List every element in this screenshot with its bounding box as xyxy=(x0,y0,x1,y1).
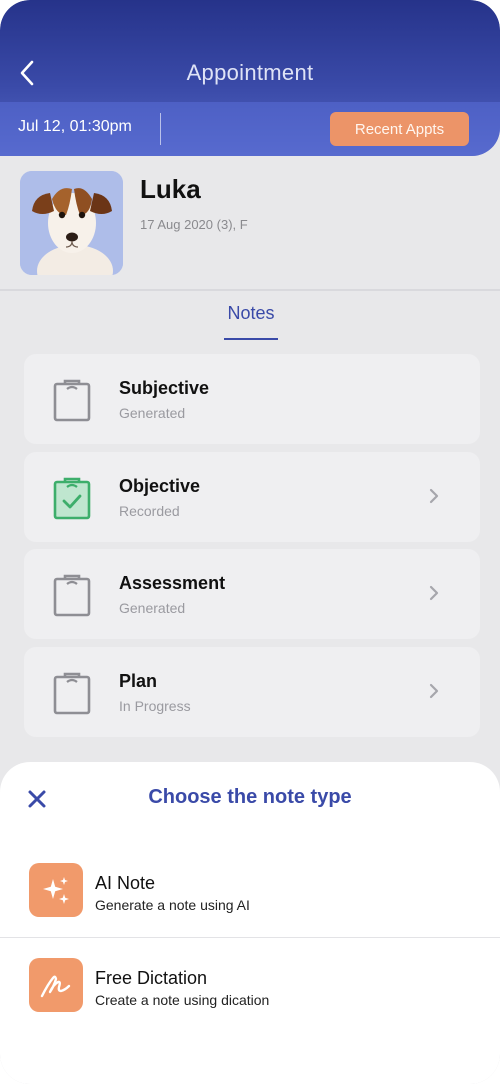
tab-underline xyxy=(224,338,278,340)
note-status: Generated xyxy=(119,600,186,616)
patient-photo xyxy=(20,171,123,275)
option-free-dictation[interactable]: Free Dictation Create a note using dicat… xyxy=(0,958,500,1050)
section-divider xyxy=(0,289,500,291)
appointment-date: Jul 12, 01:30pm xyxy=(18,118,132,135)
divider xyxy=(160,113,161,145)
clipboard-check-icon xyxy=(53,477,91,520)
clipboard-icon xyxy=(53,379,91,422)
note-card-subjective[interactable]: Subjective Generated xyxy=(24,354,480,444)
option-description: Create a note using dication xyxy=(95,992,270,1008)
patient-name: Luka xyxy=(140,174,201,204)
chevron-right-icon xyxy=(429,585,439,601)
note-card-objective[interactable]: Objective Recorded xyxy=(24,452,480,542)
sheet-title: Choose the note type xyxy=(148,786,352,808)
sparkle-icon-tile xyxy=(29,863,83,917)
chevron-right-icon xyxy=(429,488,439,504)
note-status: Generated xyxy=(119,405,186,421)
patient-info: 17 Aug 2020 (3), F xyxy=(140,217,248,232)
handwriting-icon xyxy=(40,975,71,998)
option-title: Free Dictation xyxy=(95,968,208,988)
clipboard-icon xyxy=(53,672,91,715)
chevron-right-icon xyxy=(429,683,439,699)
sparkle-icon xyxy=(43,877,69,904)
note-card-plan[interactable]: Plan In Progress xyxy=(24,647,480,737)
handwriting-icon-tile xyxy=(29,958,83,1012)
note-status: Recorded xyxy=(119,503,180,519)
page-title: Appointment xyxy=(186,60,314,85)
note-title: Plan xyxy=(119,671,158,691)
option-description: Generate a note using AI xyxy=(95,897,250,913)
note-card-assessment[interactable]: Assessment Generated xyxy=(24,549,480,639)
tab-notes[interactable]: Notes xyxy=(218,303,284,324)
note-title: Assessment xyxy=(119,573,226,593)
option-title: AI Note xyxy=(95,873,156,893)
clipboard-icon xyxy=(53,574,91,617)
note-status: In Progress xyxy=(119,698,191,714)
note-title: Subjective xyxy=(119,378,210,398)
recent-appts-button[interactable]: Recent Appts xyxy=(330,112,469,146)
option-divider xyxy=(0,937,500,938)
note-title: Objective xyxy=(119,476,201,496)
dog-photo xyxy=(20,171,123,275)
option-ai-note[interactable]: AI Note Generate a note using AI xyxy=(0,863,500,955)
app-screen: Appointment Jul 12, 01:30pm Recent Appts… xyxy=(0,0,500,1084)
